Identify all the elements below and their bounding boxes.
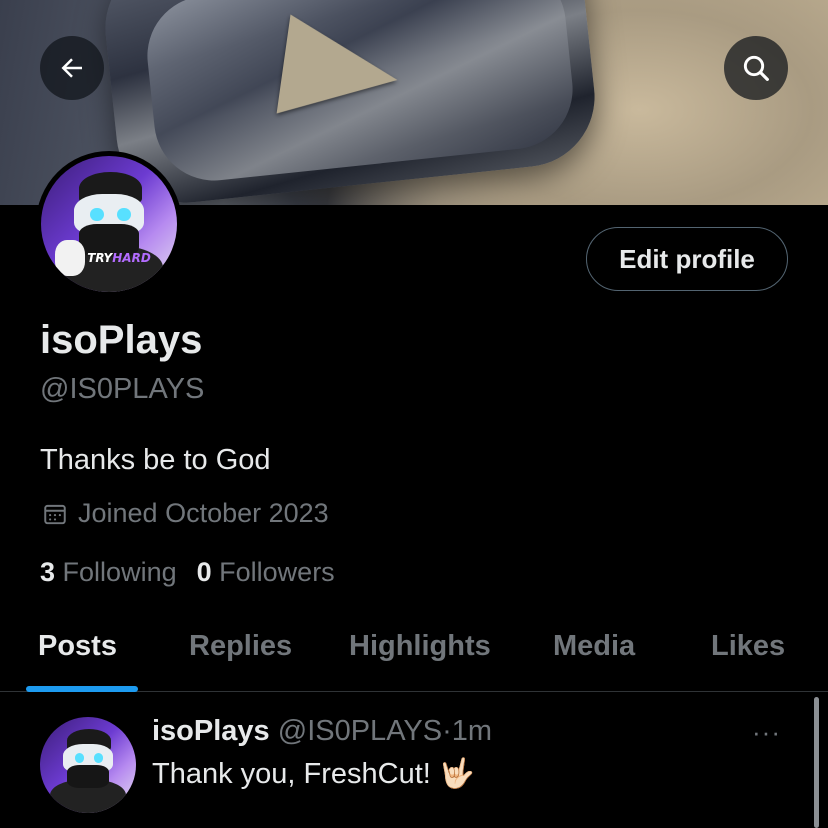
joined-text: Joined October 2023 — [78, 498, 329, 528]
arrow-left-icon — [61, 58, 82, 78]
tab-posts[interactable]: Posts — [38, 630, 117, 663]
tab-highlights[interactable]: Highlights — [349, 630, 491, 663]
avatar-mask — [66, 765, 110, 789]
following-label: Following — [62, 557, 177, 587]
follow-stats: 3 Following 0 Followers — [40, 557, 335, 588]
post-time[interactable]: 1m — [452, 715, 492, 747]
followers-label: Followers — [219, 557, 335, 587]
back-button[interactable] — [40, 36, 104, 100]
profile-avatar[interactable]: TRYHARD — [36, 151, 182, 297]
tab-media[interactable]: Media — [553, 630, 635, 663]
post-item[interactable]: isoPlays @IS0PLAYS·1m Thank you, FreshCu… — [0, 693, 828, 828]
following-count: 3 — [40, 557, 56, 587]
following-link[interactable]: 3 Following — [40, 557, 177, 588]
followers-link[interactable]: 0 Followers — [197, 557, 335, 588]
post-author-avatar[interactable] — [40, 717, 136, 813]
post-header: isoPlays @IS0PLAYS·1m — [152, 715, 492, 748]
avatar-eye — [117, 207, 131, 222]
search-icon — [743, 55, 769, 81]
avatar-hand — [54, 240, 85, 276]
calendar-icon — [44, 504, 66, 524]
profile-tabs: Posts Replies Highlights Media Likes — [0, 612, 828, 692]
post-author-handle[interactable]: @IS0PLAYS — [278, 715, 442, 747]
profile-name: isoPlays — [40, 318, 203, 362]
avatar-logo-text: TRYHARD — [87, 251, 151, 266]
edit-profile-button[interactable]: Edit profile — [586, 227, 788, 291]
avatar-eye — [89, 207, 104, 222]
post-author-name[interactable]: isoPlays — [152, 715, 270, 747]
search-button[interactable] — [724, 36, 788, 100]
profile-handle: @IS0PLAYS — [40, 373, 205, 405]
more-options-icon[interactable]: ··· — [752, 717, 781, 748]
avatar-image: TRYHARD — [41, 156, 177, 292]
post-separator: · — [442, 715, 452, 747]
tab-replies[interactable]: Replies — [189, 630, 292, 663]
profile-bio: Thanks be to God — [40, 444, 271, 476]
post-text: Thank you, FreshCut! 🤟🏻 — [152, 758, 476, 790]
active-tab-indicator — [26, 686, 138, 692]
avatar-eye — [74, 753, 85, 764]
joined-date: Joined October 2023 — [42, 498, 329, 529]
banner-play-triangle — [276, 14, 405, 130]
tab-likes[interactable]: Likes — [711, 630, 785, 663]
scrollbar[interactable] — [814, 697, 819, 828]
followers-count: 0 — [196, 557, 212, 587]
